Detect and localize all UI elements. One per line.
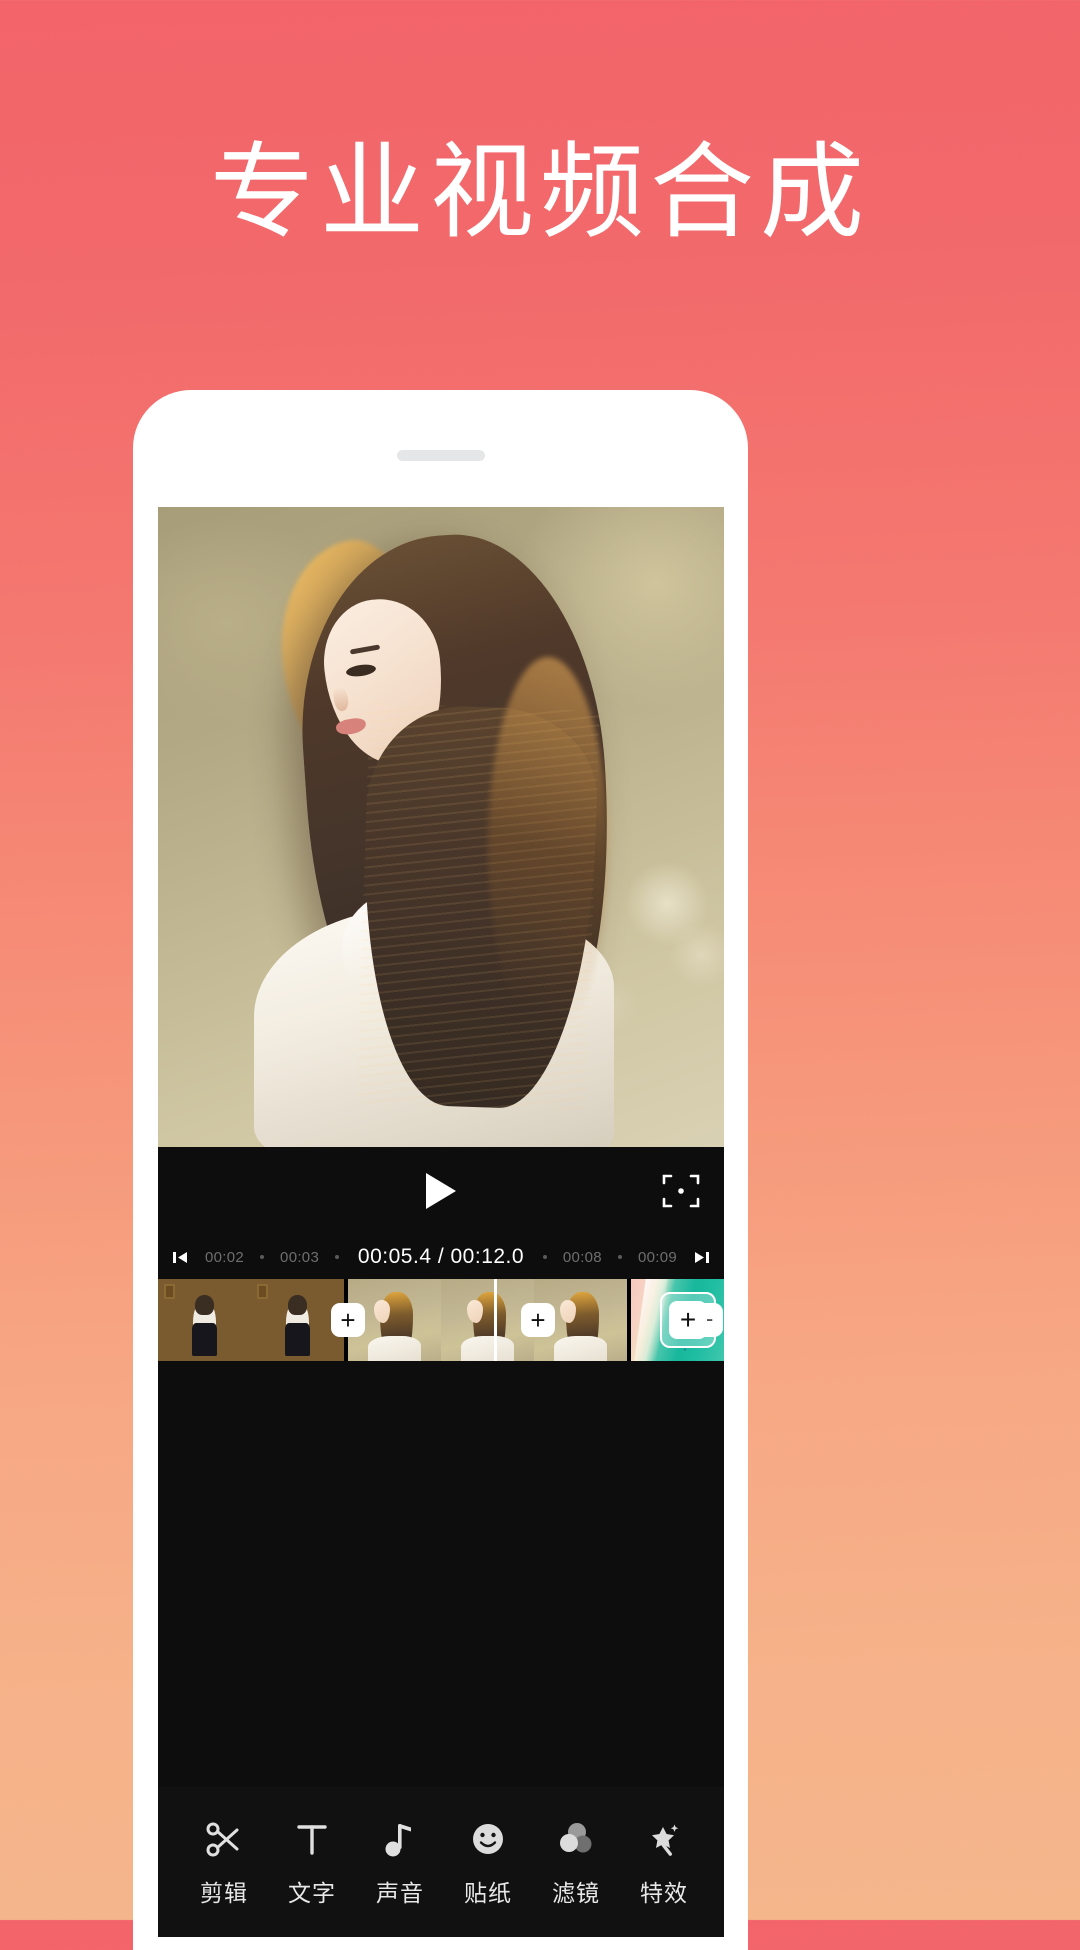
time-display: 00:05.4 / 00:12.0 [357,1245,525,1268]
timeline-clip[interactable] [348,1279,627,1361]
add-clip-button[interactable]: + [660,1292,716,1348]
skip-previous-icon [173,1251,187,1263]
tool-item-filter[interactable]: 滤镜 [532,1816,620,1908]
ruler-tick-label: 00:02 [205,1248,245,1266]
tool-item-sound[interactable]: 声音 [356,1816,444,1908]
clip-thumbnail [158,1279,251,1361]
tool-label: 滤镜 [552,1881,600,1907]
page-title: 专业视频合成 [209,131,870,253]
tool-item-effects[interactable]: 特效 [620,1816,708,1908]
skip-next-button[interactable] [693,1249,710,1266]
phone-speaker [396,450,485,461]
tool-item-clip[interactable]: 剪辑 [180,1816,268,1908]
tool-label: 贴纸 [464,1881,512,1907]
ruler-tick-label: 00:03 [280,1248,320,1266]
add-clip-plus-icon: + [669,1301,707,1339]
play-icon [426,1173,456,1209]
smiley-sticker-icon [467,1816,509,1860]
ruler-tick-label: 00:09 [637,1248,677,1266]
app-screen: 00:02 00:03 00:05.4 / 00:12.0 00:08 00:0… [158,507,724,1937]
ruler-tick-dot [617,1255,622,1259]
add-transition-button[interactable]: + [521,1303,555,1337]
tool-item-text[interactable]: 文字 [268,1816,356,1908]
phone-mockup: 00:02 00:03 00:05.4 / 00:12.0 00:08 00:0… [133,390,748,1950]
tool-label: 声音 [376,1881,424,1907]
ruler-tick-label: 00:08 [562,1248,602,1266]
tool-label: 剪辑 [200,1881,248,1907]
music-note-icon [379,1816,421,1860]
skip-prev-button[interactable] [172,1249,189,1266]
fullscreen-icon [662,1174,700,1208]
play-button[interactable] [424,1172,458,1210]
ruler-tick-dot [542,1255,547,1259]
editor-toolbar: 剪辑 文字 声音 贴纸 滤镜 特效 [158,1787,724,1937]
timeline-clip[interactable] [158,1279,344,1361]
playhead[interactable] [494,1279,497,1361]
fullscreen-button[interactable] [658,1168,704,1214]
text-icon [291,1816,333,1860]
magic-wand-icon [643,1816,685,1860]
hair-highlight-right [488,657,608,1037]
tool-label: 特效 [640,1881,688,1907]
editor-panel [158,1361,724,1521]
video-preview[interactable] [158,507,724,1147]
add-transition-button[interactable]: + [331,1303,365,1337]
skip-next-icon [695,1251,709,1263]
timeline-track[interactable]: + + + + [158,1279,724,1361]
tool-item-sticker[interactable]: 贴纸 [444,1816,532,1908]
playback-bar [158,1147,724,1235]
ruler-tick-dot [335,1255,340,1259]
ruler-tick-dot [260,1255,265,1259]
tool-label: 文字 [288,1881,336,1907]
scissors-icon [203,1816,245,1860]
timeline-ruler[interactable]: 00:02 00:03 00:05.4 / 00:12.0 00:08 00:0… [158,1235,724,1279]
filter-circles-icon [555,1816,597,1860]
